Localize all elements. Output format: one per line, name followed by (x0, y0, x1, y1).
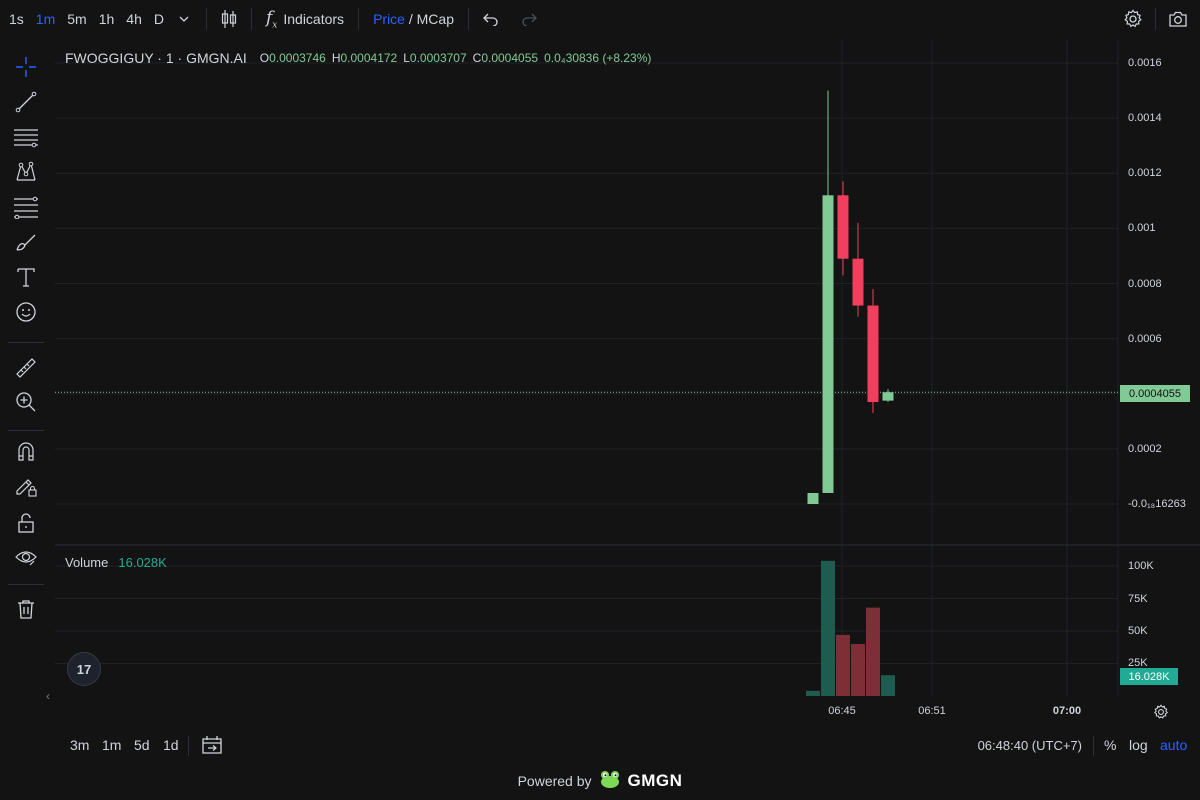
candle-body (807, 492, 819, 504)
volume-bar (851, 644, 865, 696)
price-axis-label: 0.0012 (1128, 167, 1162, 179)
toolbar-divider (1093, 736, 1094, 756)
powered-by-label: Powered by (517, 773, 592, 789)
candle-body (837, 195, 849, 259)
collapse-toolbar-icon[interactable]: ‹ (46, 689, 50, 703)
volume-bar (806, 690, 820, 696)
range-1d[interactable]: 1d (163, 737, 179, 753)
range-3m[interactable]: 3m (70, 737, 89, 753)
price-chart[interactable] (0, 0, 1200, 730)
symbol-label[interactable]: FWOGGIGUY · 1 · GMGN.AI (65, 50, 247, 66)
open-label: O (259, 51, 270, 65)
volume-bar (866, 607, 880, 696)
range-1m[interactable]: 1m (102, 737, 121, 753)
high-value: 0.0004172 (340, 51, 398, 65)
current-price-tag: 0.0004055 (1120, 385, 1190, 402)
candle-body (867, 305, 879, 403)
volume-legend: Volume 16.028K (65, 555, 167, 570)
time-axis-label: 06:51 (918, 705, 946, 717)
candle-body (852, 258, 864, 306)
price-axis-label: 0.0014 (1128, 112, 1162, 124)
goto-date-icon[interactable] (198, 731, 226, 759)
price-axis-label: 0.0002 (1128, 443, 1162, 455)
price-axis-label: 0.001 (1128, 222, 1156, 234)
volume-axis-label: 75K (1128, 593, 1148, 605)
high-label: H (331, 51, 341, 65)
candle-body (882, 392, 894, 401)
log-toggle[interactable]: log (1129, 737, 1148, 753)
price-axis-label: -0.0₁₈16263 (1128, 498, 1186, 510)
auto-toggle[interactable]: auto (1160, 737, 1187, 753)
price-axis-label: 0.0016 (1128, 57, 1162, 69)
open-value: 0.0003746 (269, 51, 326, 65)
axis-settings-gear-icon[interactable] (1147, 698, 1175, 726)
volume-label: Volume (65, 555, 109, 570)
close-label: C (472, 51, 482, 65)
change-value: 0.0₄30836 (+8.23%) (544, 51, 652, 65)
clock-timezone[interactable]: 06:48:40 (UTC+7) (978, 738, 1082, 753)
bottom-toolbar: 3m 1m 5d 1d 06:48:40 (UTC+7) % log auto (0, 730, 1200, 760)
low-label: L (403, 51, 410, 65)
time-axis-label: 07:00 (1052, 705, 1082, 717)
volume-axis-label: 50K (1128, 625, 1148, 637)
volume-tag: 16.028K (1120, 668, 1178, 685)
range-5d[interactable]: 5d (134, 737, 150, 753)
volume-bar (881, 675, 895, 696)
volume-bar (836, 634, 850, 696)
percent-toggle[interactable]: % (1104, 737, 1116, 753)
price-axis-label: 0.0008 (1128, 278, 1162, 290)
tradingview-logo[interactable]: 17 (67, 652, 101, 686)
time-axis-label: 06:45 (828, 705, 856, 717)
price-axis-label: 0.0006 (1128, 333, 1162, 345)
frog-logo-icon (598, 768, 622, 795)
powered-by-footer: Powered by GMGN (0, 768, 1200, 794)
ohlc-legend: FWOGGIGUY · 1 · GMGN.AI O 0.0003746 H 0.00… (65, 50, 651, 66)
gmgn-brand-text: GMGN (627, 771, 683, 790)
close-value: 0.0004055 (481, 51, 539, 65)
candle-body (822, 195, 834, 493)
volume-axis-label: 100K (1128, 560, 1154, 572)
low-value: 0.0003707 (409, 51, 467, 65)
volume-bar (821, 560, 835, 696)
toolbar-divider (188, 736, 189, 756)
volume-value: 16.028K (118, 555, 167, 570)
